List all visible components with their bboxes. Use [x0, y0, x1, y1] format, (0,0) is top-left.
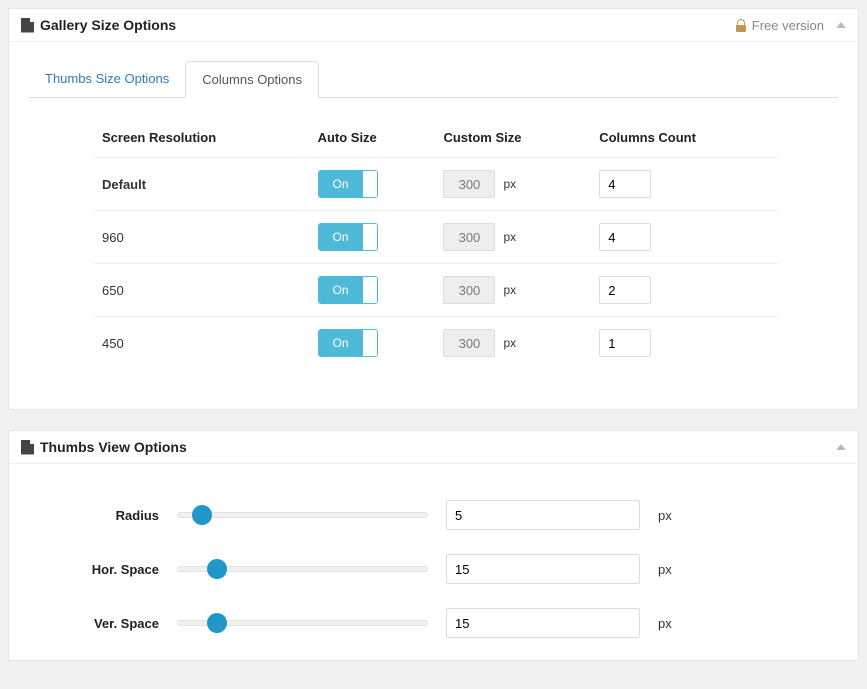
custom-size-input — [443, 170, 495, 198]
toggle-nub — [363, 277, 378, 303]
panel-title: Gallery Size Options — [40, 17, 176, 33]
columns-count-input[interactable] — [599, 223, 651, 251]
columns-count-input[interactable] — [599, 170, 651, 198]
hor-space-row: Hor. Space px — [29, 542, 838, 596]
custom-size-input — [443, 329, 495, 357]
panel-header: Thumbs View Options — [9, 431, 858, 464]
unit-label: px — [658, 616, 678, 631]
resolution-cell: 450 — [94, 317, 310, 370]
columns-count-input[interactable] — [599, 329, 651, 357]
free-version-label: Free version — [752, 18, 824, 33]
thumbs-view-options-panel: Thumbs View Options Radius px Hor. Space… — [8, 430, 859, 661]
collapse-icon[interactable] — [836, 22, 846, 28]
table-row: 650 On px — [94, 264, 778, 317]
lock-icon — [736, 19, 746, 32]
unit-label: px — [658, 508, 678, 523]
toggle-nub — [363, 171, 378, 197]
radius-label: Radius — [39, 508, 159, 523]
unit-label: px — [658, 562, 678, 577]
hor-space-label: Hor. Space — [39, 562, 159, 577]
resolution-cell: Default — [94, 158, 310, 211]
resolution-cell: 960 — [94, 211, 310, 264]
slider-thumb[interactable] — [192, 505, 212, 525]
panel-header: Gallery Size Options Free version — [9, 9, 858, 42]
gallery-size-options-panel: Gallery Size Options Free version Thumbs… — [8, 8, 859, 410]
toggle-nub — [363, 330, 378, 356]
table-row: 960 On px — [94, 211, 778, 264]
col-header-auto: Auto Size — [310, 120, 436, 158]
document-icon — [21, 440, 34, 455]
radius-slider[interactable] — [177, 505, 428, 525]
custom-size-input — [443, 276, 495, 304]
col-header-count: Columns Count — [591, 120, 778, 158]
col-header-custom: Custom Size — [435, 120, 591, 158]
custom-size-input — [443, 223, 495, 251]
toggle-nub — [363, 224, 378, 250]
toggle-on-label: On — [319, 330, 363, 356]
panel-body: Radius px Hor. Space px Ver. Space — [9, 464, 858, 660]
document-icon — [21, 18, 34, 33]
tab-columns-options[interactable]: Columns Options — [185, 61, 319, 98]
tabs: Thumbs Size Options Columns Options — [29, 60, 838, 98]
hor-space-slider[interactable] — [177, 559, 428, 579]
auto-size-toggle[interactable]: On — [318, 329, 378, 357]
auto-size-toggle[interactable]: On — [318, 223, 378, 251]
unit-label: px — [503, 283, 516, 297]
slider-thumb[interactable] — [207, 613, 227, 633]
toggle-on-label: On — [319, 224, 363, 250]
collapse-icon[interactable] — [836, 444, 846, 450]
toggle-on-label: On — [319, 277, 363, 303]
columns-table: Screen Resolution Auto Size Custom Size … — [94, 120, 778, 369]
panel-body: Thumbs Size Options Columns Options Scre… — [9, 42, 858, 409]
toggle-on-label: On — [319, 171, 363, 197]
unit-label: px — [503, 230, 516, 244]
ver-space-input[interactable] — [446, 608, 640, 638]
columns-count-input[interactable] — [599, 276, 651, 304]
radius-row: Radius px — [29, 488, 838, 542]
panel-title: Thumbs View Options — [40, 439, 187, 455]
ver-space-slider[interactable] — [177, 613, 428, 633]
auto-size-toggle[interactable]: On — [318, 276, 378, 304]
col-header-resolution: Screen Resolution — [94, 120, 310, 158]
ver-space-label: Ver. Space — [39, 616, 159, 631]
unit-label: px — [503, 177, 516, 191]
unit-label: px — [503, 336, 516, 350]
table-row: 450 On px — [94, 317, 778, 370]
free-version-badge[interactable]: Free version — [736, 18, 824, 33]
radius-input[interactable] — [446, 500, 640, 530]
slider-thumb[interactable] — [207, 559, 227, 579]
tab-thumbs-size-options[interactable]: Thumbs Size Options — [29, 61, 185, 98]
ver-space-row: Ver. Space px — [29, 596, 838, 650]
auto-size-toggle[interactable]: On — [318, 170, 378, 198]
hor-space-input[interactable] — [446, 554, 640, 584]
table-row: Default On px — [94, 158, 778, 211]
resolution-cell: 650 — [94, 264, 310, 317]
